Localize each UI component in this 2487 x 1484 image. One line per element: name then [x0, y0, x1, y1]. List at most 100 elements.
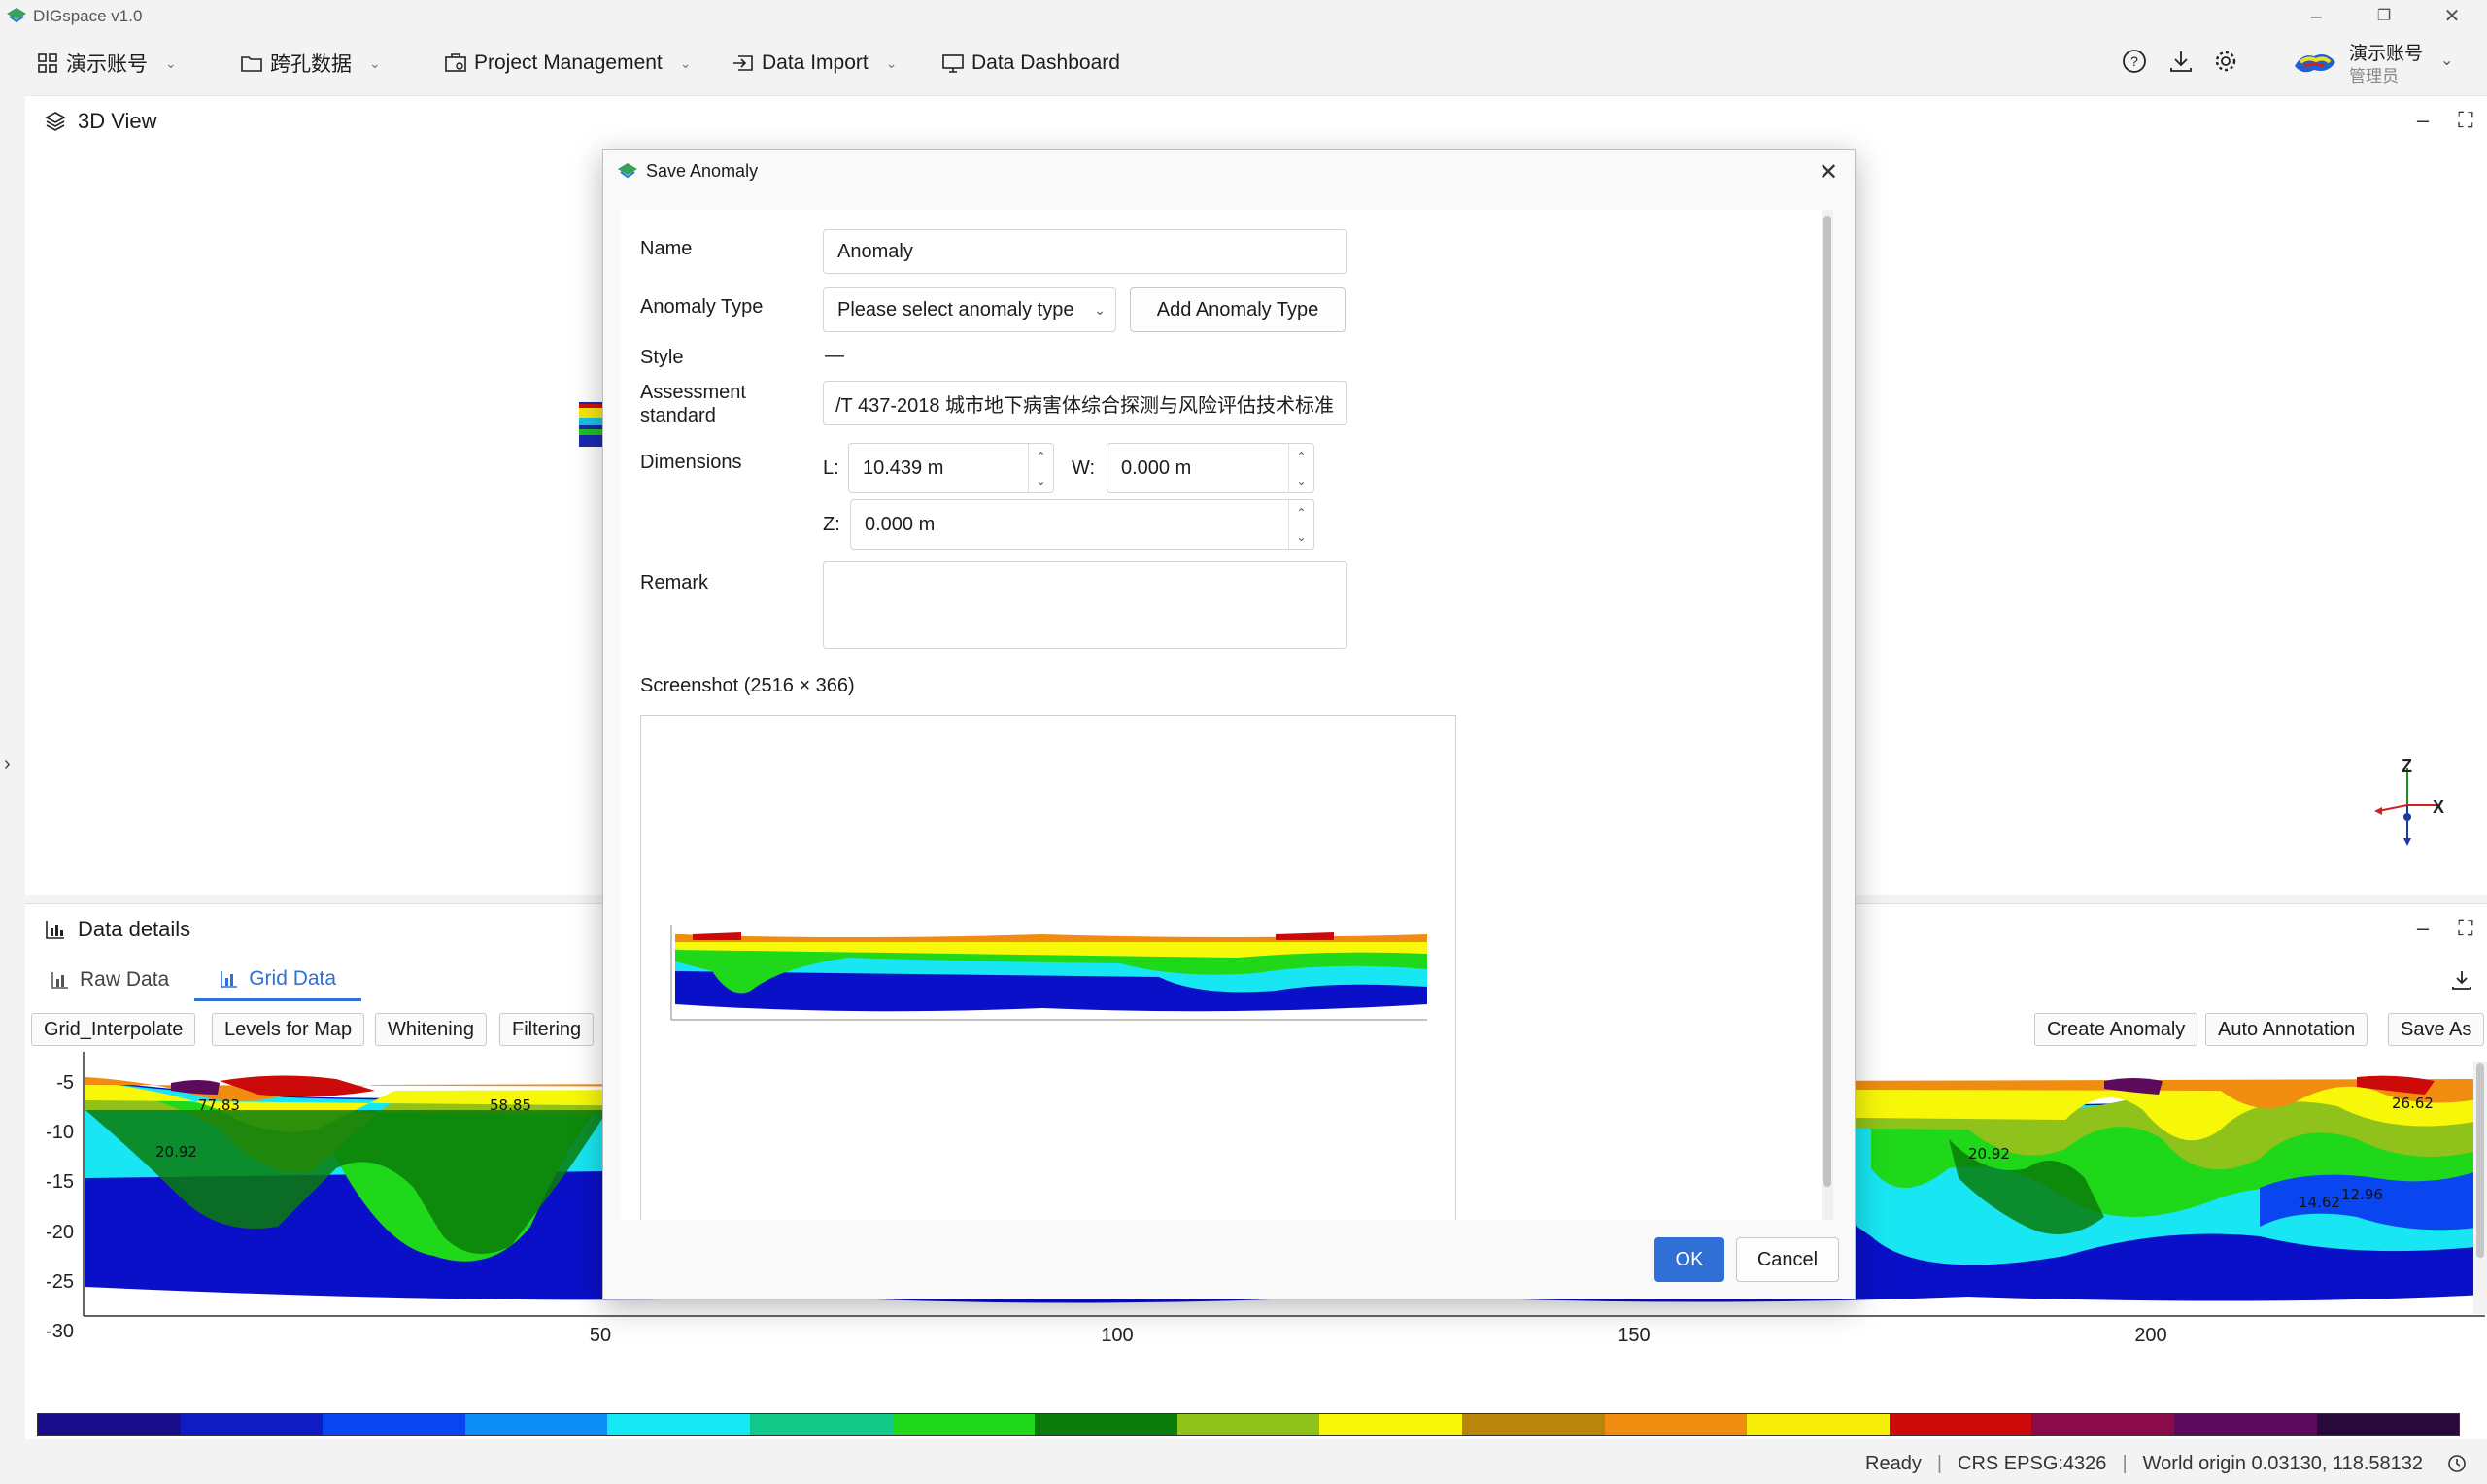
z-stepper[interactable]: 0.000 m ⌃ ⌄: [850, 499, 1314, 550]
svg-text:?: ?: [2130, 53, 2138, 69]
add-anomaly-type-button[interactable]: Add Anomaly Type: [1130, 287, 1346, 332]
remark-label: Remark: [640, 572, 709, 593]
axis-gizmo: Z X: [2368, 757, 2446, 859]
assessment-standard-select[interactable]: /T 437-2018 城市地下病害体综合探测与风险评估技术标准: [823, 381, 1347, 425]
minimize-panel-icon[interactable]: –: [2402, 106, 2444, 135]
whitening-button[interactable]: Whitening: [375, 1013, 487, 1046]
bar-chart-icon: [220, 969, 239, 989]
colorbar-segment: [2173, 1414, 2317, 1435]
length-value: 10.439 m: [863, 456, 944, 479]
chevron-up-icon[interactable]: ⌃: [1296, 450, 1306, 463]
help-icon[interactable]: ?: [2122, 49, 2147, 79]
width-stepper[interactable]: 0.000 m ⌃ ⌄: [1107, 443, 1314, 493]
grid-interpolate-button[interactable]: Grid_Interpolate: [31, 1013, 196, 1046]
close-window-icon[interactable]: ✕: [2423, 2, 2481, 31]
y-tick-label: -10: [46, 1122, 74, 1143]
history-icon[interactable]: [2446, 1453, 2468, 1474]
colorbar-segment: [1176, 1414, 1320, 1435]
menu-import-label: Data Import: [762, 51, 869, 74]
menu-borehole-label: 跨孔数据: [270, 53, 352, 76]
chevron-down-icon[interactable]: ⌄: [1296, 474, 1306, 488]
chevron-down-icon[interactable]: ⌄: [1036, 474, 1045, 488]
tab-raw-data[interactable]: Raw Data: [25, 959, 194, 1001]
tab-grid-data-label: Grid Data: [249, 966, 337, 990]
colorbar: [37, 1413, 2460, 1436]
plot-scrollbar[interactable]: [2473, 1062, 2487, 1314]
tab-grid-data[interactable]: Grid Data: [194, 959, 362, 1001]
menu-import[interactable]: Data Import ⌄: [732, 47, 897, 80]
chevron-down-icon[interactable]: ⌄: [2440, 51, 2453, 70]
chevron-up-icon[interactable]: ⌃: [1036, 450, 1045, 463]
save-as-button[interactable]: Save As: [2388, 1013, 2485, 1046]
colorbar-segment: [1461, 1414, 1605, 1435]
minimize-window-icon[interactable]: –: [2287, 2, 2345, 31]
tab-raw-data-label: Raw Data: [80, 968, 170, 991]
bar-chart-icon: [45, 919, 66, 940]
minimize-panel-icon[interactable]: –: [2402, 914, 2444, 943]
colorbar-segment: [38, 1414, 181, 1435]
anomaly-type-label: Anomaly Type: [640, 296, 764, 318]
colorbar-segment: [1035, 1414, 1177, 1435]
levels-for-map-button[interactable]: Levels for Map: [212, 1013, 365, 1046]
create-anomaly-button[interactable]: Create Anomaly: [2034, 1013, 2198, 1046]
menu-dashboard[interactable]: Data Dashboard: [942, 47, 1120, 80]
chevron-down-icon: ⌄: [165, 54, 177, 71]
chevron-down-icon: ⌄: [885, 54, 898, 71]
screenshot-label: Screenshot (2516 × 366): [640, 675, 855, 696]
filtering-button[interactable]: Filtering: [499, 1013, 595, 1046]
style-value[interactable]: —: [825, 344, 844, 367]
dialog-body: Name Anomaly Anomaly Type Please select …: [621, 210, 1825, 1220]
folder-icon: [241, 52, 262, 74]
maximize-panel-icon[interactable]: ⛶: [2444, 106, 2487, 135]
status-bar: Ready | CRS EPSG:4326 | World origin 0.0…: [0, 1443, 2487, 1484]
menu-account[interactable]: 演示账号 ⌄: [37, 47, 177, 80]
chevron-down-icon[interactable]: ⌄: [1296, 530, 1306, 544]
gear-icon[interactable]: [2213, 49, 2238, 79]
expand-sidebar-icon[interactable]: ›: [4, 754, 11, 776]
ok-button[interactable]: OK: [1654, 1237, 1724, 1282]
name-input[interactable]: Anomaly: [823, 229, 1347, 274]
menu-bar: 演示账号 ⌄ 跨孔数据 ⌄ Project Management ⌄ Data …: [0, 33, 2487, 91]
data-tabs: Raw Data Grid Data: [25, 959, 362, 1003]
width-value: 0.000 m: [1121, 456, 1192, 479]
contour-label: 26.62: [2392, 1095, 2434, 1112]
colorbar-segment: [607, 1414, 750, 1435]
stepper-arrows[interactable]: ⌃ ⌄: [1028, 444, 1053, 492]
style-label: Style: [640, 347, 684, 368]
user-name: 演示账号: [2349, 44, 2424, 64]
auto-annotation-button[interactable]: Auto Annotation: [2205, 1013, 2368, 1046]
avatar[interactable]: [2293, 47, 2337, 81]
menu-account-label: 演示账号: [66, 53, 148, 76]
stepper-arrows[interactable]: ⌃ ⌄: [1288, 500, 1313, 549]
length-stepper[interactable]: 10.439 m ⌃ ⌄: [848, 443, 1054, 493]
l-label: L:: [823, 457, 839, 479]
maximize-panel-icon[interactable]: ⛶: [2444, 914, 2487, 943]
remark-textarea[interactable]: [823, 561, 1347, 649]
close-icon[interactable]: ✕: [1812, 155, 1845, 188]
menu-project[interactable]: Project Management ⌄: [445, 47, 692, 80]
screenshot-preview: [640, 715, 1456, 1220]
chevron-up-icon[interactable]: ⌃: [1296, 506, 1306, 520]
cancel-button[interactable]: Cancel: [1736, 1237, 1839, 1282]
restore-window-icon[interactable]: ❐: [2355, 2, 2413, 31]
dialog-scrollbar[interactable]: [1822, 210, 1833, 1220]
user-role: 管理员: [2349, 67, 2399, 85]
menu-project-label: Project Management: [474, 51, 663, 74]
export-icon[interactable]: [2450, 968, 2473, 996]
contour-label: 58.85: [490, 1096, 531, 1114]
contour-label: 20.92: [155, 1143, 197, 1161]
x-tick-label: 50: [590, 1325, 611, 1346]
status-ready: Ready: [1865, 1452, 1922, 1474]
grid-icon: [37, 52, 58, 74]
anomaly-type-select[interactable]: Please select anomaly type ⌄: [823, 287, 1116, 332]
menu-borehole[interactable]: 跨孔数据 ⌄: [241, 47, 381, 80]
status-origin: World origin 0.03130, 118.58132: [2142, 1452, 2423, 1474]
y-tick-label: -20: [46, 1222, 74, 1243]
stepper-arrows[interactable]: ⌃ ⌄: [1288, 444, 1313, 492]
save-anomaly-dialog: Save Anomaly ✕ Name Anomaly Anomaly Type…: [602, 149, 1856, 1299]
colorbar-segment: [1604, 1414, 1748, 1435]
project-icon: [445, 52, 466, 74]
y-tick-labels: -5 -10 -15 -20 -25 -30: [46, 1072, 74, 1342]
name-label: Name: [640, 238, 693, 259]
download-icon[interactable]: [2168, 49, 2194, 79]
